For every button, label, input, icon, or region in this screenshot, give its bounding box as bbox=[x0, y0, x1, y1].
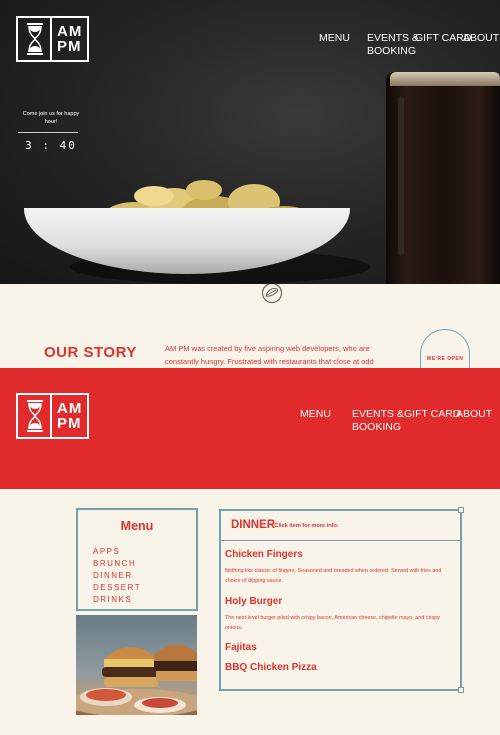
story-title: OUR STORY bbox=[44, 344, 137, 361]
menu-category-apps[interactable]: APPS bbox=[93, 546, 196, 558]
menu-category-list: APPS BRUNCH DINNER DESSERT DRINKS bbox=[93, 546, 196, 606]
menu-item-description: Nothing like classic of fingers. Seasone… bbox=[225, 568, 442, 584]
menu-item-name: BBQ Chicken Pizza bbox=[225, 662, 317, 673]
happy-hour-countdown: 3 : 40 bbox=[25, 139, 77, 152]
menu-item-description: The next-level burger piled with crispy … bbox=[225, 615, 440, 631]
menu-category-dinner[interactable]: DINNER bbox=[93, 570, 196, 582]
menu-item-bbq-chicken-pizza[interactable]: BBQ Chicken Pizza bbox=[225, 662, 454, 673]
hourglass-icon bbox=[18, 18, 52, 60]
header-nav-about[interactable]: ABOUT bbox=[456, 408, 492, 421]
logo-line1: AM bbox=[57, 400, 83, 417]
dinner-header: DINNER - Click item for more info. bbox=[221, 511, 460, 541]
menu-item-fajitas[interactable]: Fajitas bbox=[225, 642, 454, 653]
nav-menu[interactable]: MENU bbox=[319, 32, 350, 45]
hourglass-icon bbox=[18, 395, 52, 437]
menu-title: Menu bbox=[120, 519, 154, 533]
header-nav-events-booking[interactable]: EVENTS & BOOKING bbox=[352, 408, 404, 434]
story-body: AM PM was created by five aspiring web d… bbox=[165, 344, 374, 366]
header-logo[interactable]: AM PM bbox=[16, 393, 90, 439]
open-hours-badge: WE'RE OPEN bbox=[420, 329, 470, 368]
our-story-section: OUR STORY AM PM was created by five aspi… bbox=[0, 284, 500, 368]
happy-hour-widget: Come join us for happy hour! 3 : 40 bbox=[18, 110, 82, 152]
logo-line1: AM bbox=[57, 23, 83, 40]
header-nav-gift-card[interactable]: GIFT CARD bbox=[404, 408, 460, 421]
menu-category-brunch[interactable]: BRUNCH bbox=[93, 558, 196, 570]
hero-banner: AM PM MENU EVENTS & BOOKING GIFT CARD AB… bbox=[0, 0, 500, 284]
dinner-title: DINNER bbox=[231, 519, 276, 531]
burger-photo bbox=[76, 615, 197, 715]
menu-item-chicken-fingers[interactable]: Chicken Fingers Nothing like classic of … bbox=[225, 549, 454, 586]
nav-about[interactable]: ABOUT bbox=[463, 32, 499, 45]
menu-category-drinks[interactable]: DRINKS bbox=[93, 594, 196, 606]
menu-category-panel: Menu APPS BRUNCH DINNER DESSERT DRINKS bbox=[76, 508, 198, 611]
header-nav-menu[interactable]: MENU bbox=[300, 408, 331, 421]
menu-item-name: Fajitas bbox=[225, 642, 257, 653]
nav-events-booking[interactable]: EVENTS & BOOKING bbox=[367, 32, 419, 58]
logo-line2: PM bbox=[57, 415, 82, 432]
dinner-menu-panel: DINNER - Click item for more info. Chick… bbox=[219, 507, 464, 693]
open-badge-label: WE'RE OPEN bbox=[426, 356, 464, 362]
logo-line2: PM bbox=[57, 38, 82, 55]
divider bbox=[18, 132, 78, 133]
site-logo[interactable]: AM PM bbox=[16, 16, 90, 62]
leaf-badge-icon bbox=[261, 284, 283, 304]
menu-category-dessert[interactable]: DESSERT bbox=[93, 582, 196, 594]
sticky-header: AM PM MENU EVENTS & BOOKING GIFT CARD AB… bbox=[0, 368, 500, 489]
menu-item-holy-burger[interactable]: Holy Burger The next-level burger piled … bbox=[225, 596, 454, 633]
beer-glass-image bbox=[386, 72, 500, 284]
dinner-hint: - Click item for more info. bbox=[271, 523, 339, 529]
menu-item-name: Chicken Fingers bbox=[225, 549, 303, 560]
menu-item-name: Holy Burger bbox=[225, 596, 283, 607]
corner-decoration bbox=[458, 687, 464, 693]
happy-hour-message: Come join us for happy hour! bbox=[22, 111, 80, 125]
